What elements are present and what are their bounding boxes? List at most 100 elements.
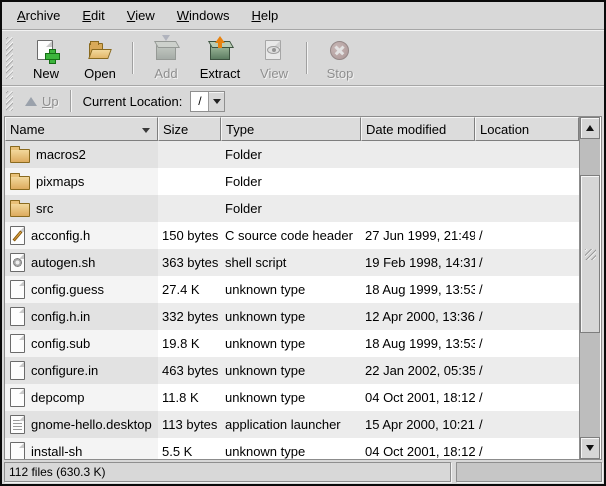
sort-indicator-icon: [142, 128, 150, 133]
table-row[interactable]: config.guess 27.4 Kunknown type18 Aug 199…: [5, 276, 579, 303]
table-row[interactable]: configure.in463 bytesunknown type22 Jan …: [5, 357, 579, 384]
file-size-cell: [158, 195, 221, 222]
location-combo[interactable]: /: [190, 91, 225, 112]
file-size-cell: 463 bytes: [158, 357, 221, 384]
file-name-label: acconfig.h: [31, 228, 90, 243]
file-type-cell: C source code header: [221, 222, 361, 249]
folder-icon: [10, 203, 30, 217]
scrollbar-trough[interactable]: [580, 139, 600, 437]
table-row[interactable]: pixmapsFolder: [5, 168, 579, 195]
file-size-cell: 19.8 K: [158, 330, 221, 357]
combo-dropdown-icon[interactable]: [209, 92, 224, 111]
scrollbar-thumb[interactable]: [580, 175, 600, 333]
location-bar: Up Current Location: /: [2, 87, 604, 115]
file-type-cell: unknown type: [221, 276, 361, 303]
file-type-cell: unknown type: [221, 330, 361, 357]
file-name-cell[interactable]: config.sub: [5, 330, 158, 357]
toolbar-grip[interactable]: [6, 37, 13, 79]
column-header-type[interactable]: Type: [221, 117, 361, 141]
file-name-cell[interactable]: autogen.sh: [5, 249, 158, 276]
file-icon: [10, 388, 25, 407]
menu-archive[interactable]: Archive: [6, 4, 71, 27]
location-bar-grip[interactable]: [6, 91, 13, 111]
file-location-cell: /: [475, 411, 579, 438]
file-size-cell: 11.8 K: [158, 384, 221, 411]
table-row[interactable]: srcFolder: [5, 195, 579, 222]
file-name-cell[interactable]: config.guess: [5, 276, 158, 303]
file-name-label: config.guess: [31, 282, 104, 297]
scroll-up-button[interactable]: [580, 117, 600, 139]
file-date-modified-cell: 12 Apr 2000, 13:36: [361, 303, 475, 330]
file-location-cell: /: [475, 303, 579, 330]
table-row[interactable]: config.sub 19.8 Kunknown type18 Aug 1999,…: [5, 330, 579, 357]
open-archive-icon: [87, 38, 113, 64]
file-name-cell[interactable]: src: [5, 195, 158, 222]
file-date-modified-cell: 18 Aug 1999, 13:53: [361, 330, 475, 357]
table-row[interactable]: install-sh5.5 Kunknown type04 Oct 2001, …: [5, 438, 579, 459]
file-location-cell: /: [475, 357, 579, 384]
status-progress-area: [456, 462, 602, 482]
file-name-cell[interactable]: config.h.in: [5, 303, 158, 330]
menu-windows[interactable]: Windows: [166, 4, 241, 27]
menu-view[interactable]: View: [116, 4, 166, 27]
table-row[interactable]: gnome-hello.desktop113 bytesapplication …: [5, 411, 579, 438]
column-header-size[interactable]: Size: [158, 117, 221, 141]
file-size-cell: 332 bytes: [158, 303, 221, 330]
view-button: View: [247, 36, 301, 81]
column-header-location[interactable]: Location: [475, 117, 579, 141]
up-button: Up: [19, 92, 65, 111]
file-name-label: config.sub: [31, 336, 90, 351]
file-size-cell: 27.4 K: [158, 276, 221, 303]
file-location-cell: /: [475, 249, 579, 276]
vertical-scrollbar[interactable]: [579, 117, 600, 459]
scroll-up-icon: [586, 125, 594, 131]
scroll-down-button[interactable]: [580, 437, 600, 459]
file-name-cell[interactable]: configure.in: [5, 357, 158, 384]
file-name-cell[interactable]: gnome-hello.desktop: [5, 411, 158, 438]
table-row[interactable]: acconfig.h150 bytesC source code header2…: [5, 222, 579, 249]
column-header-name[interactable]: Name: [5, 117, 158, 141]
table-row[interactable]: autogen.sh363 bytesshell script19 Feb 19…: [5, 249, 579, 276]
file-location-cell: [475, 195, 579, 222]
toolbar: New Open Add Extract View: [2, 31, 604, 85]
menu-help[interactable]: Help: [240, 4, 289, 27]
file-location-cell: [475, 168, 579, 195]
file-name-cell[interactable]: macros2: [5, 141, 158, 168]
file-name-cell[interactable]: pixmaps: [5, 168, 158, 195]
file-location-cell: /: [475, 438, 579, 459]
file-date-modified-cell: [361, 168, 475, 195]
status-text: 112 files (630.3 K): [4, 462, 451, 482]
locbar-separator: [70, 90, 72, 112]
menu-bar: Archive Edit View Windows Help: [2, 2, 604, 29]
shell-script-file-icon: [10, 253, 25, 272]
table-row[interactable]: config.h.in332 bytesunknown type12 Apr 2…: [5, 303, 579, 330]
file-name-cell[interactable]: install-sh: [5, 438, 158, 459]
extract-button[interactable]: Extract: [193, 36, 247, 81]
extract-icon: [207, 38, 233, 64]
file-name-cell[interactable]: depcomp: [5, 384, 158, 411]
scrollbar-grip-icon: [585, 249, 596, 260]
toolbar-separator: [132, 42, 134, 74]
file-icon: [10, 334, 25, 353]
up-arrow-icon: [25, 97, 37, 106]
file-name-cell[interactable]: acconfig.h: [5, 222, 158, 249]
add-button: Add: [139, 36, 193, 81]
menu-edit[interactable]: Edit: [71, 4, 115, 27]
file-date-modified-cell: 27 Jun 1999, 21:49: [361, 222, 475, 249]
stop-button: Stop: [313, 36, 367, 81]
new-button[interactable]: New: [19, 36, 73, 81]
table-row[interactable]: depcomp11.8 Kunknown type04 Oct 2001, 18…: [5, 384, 579, 411]
column-header-date-modified[interactable]: Date modified: [361, 117, 475, 141]
file-date-modified-cell: 18 Aug 1999, 13:53: [361, 276, 475, 303]
file-name-label: macros2: [36, 147, 86, 162]
file-name-label: install-sh: [31, 444, 82, 459]
open-button[interactable]: Open: [73, 36, 127, 81]
file-table-body: macros2FolderpixmapsFoldersrcFolderaccon…: [5, 141, 579, 459]
file-table: NameSizeTypeDate modifiedLocation macros…: [5, 117, 579, 459]
file-size-cell: 5.5 K: [158, 438, 221, 459]
file-date-modified-cell: 15 Apr 2000, 10:21: [361, 411, 475, 438]
file-size-cell: 113 bytes: [158, 411, 221, 438]
file-type-cell: unknown type: [221, 303, 361, 330]
table-row[interactable]: macros2Folder: [5, 141, 579, 168]
file-type-cell: unknown type: [221, 384, 361, 411]
